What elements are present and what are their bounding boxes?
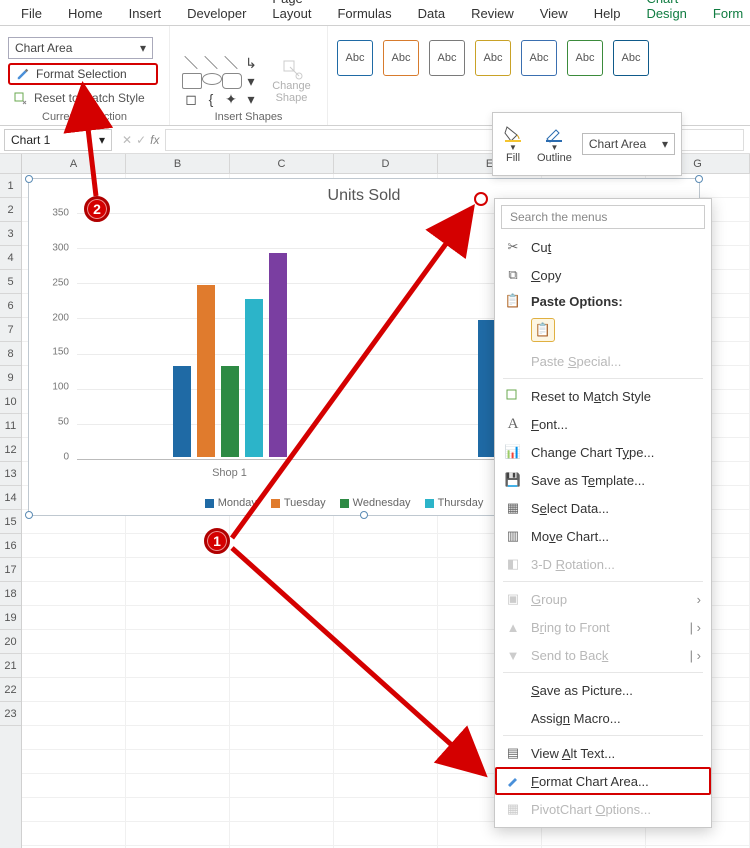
annotation-arrows <box>0 0 750 848</box>
